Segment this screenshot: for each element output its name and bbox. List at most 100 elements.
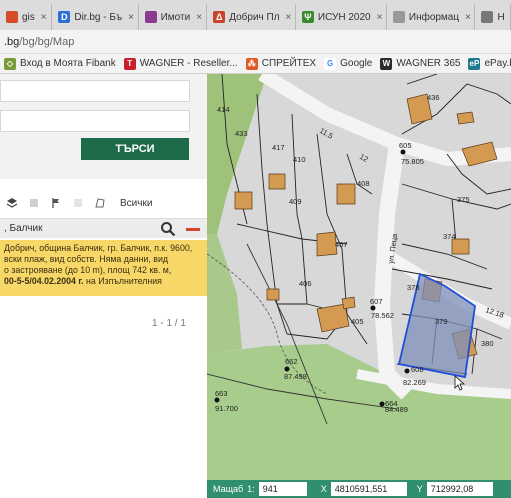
tab-label: Имоти	[160, 11, 191, 23]
map-label: 408	[357, 179, 370, 188]
tab-favicon-icon	[392, 11, 405, 23]
bookmark-label: СПРЕЙТЕХ	[261, 58, 317, 69]
bookmark-icon: ⁂	[245, 57, 258, 70]
close-tab-icon[interactable]: ×	[41, 12, 47, 23]
bookmark-item[interactable]: T WAGNER - Reseller...	[123, 57, 238, 70]
tab-favicon-icon: D	[58, 11, 71, 23]
map-label: 405	[351, 317, 364, 326]
tab-label: Информац	[408, 11, 460, 23]
scale-input[interactable]: 941	[258, 482, 307, 496]
browser-tab[interactable]: D Dir.bg - Бъ ×	[52, 4, 139, 30]
scale-prefix: 1:	[247, 484, 255, 494]
bookmarks-bar: ◇ Вход в Моята Fibank T WAGNER - Reseller..…	[0, 54, 511, 74]
point-id: 605	[399, 141, 412, 150]
tab-strip: gis × D Dir.bg - Бъ × Имоти × Δ Добрич Пл × Ψ ИСУН …	[0, 0, 511, 30]
result-line-4: 00-5-5/04.02.2004 г. на Изпълнителния	[4, 276, 203, 287]
bookmark-label: WAGNER 365	[396, 58, 461, 69]
map-label: 417	[272, 143, 285, 152]
point-id: 607	[370, 297, 383, 306]
tab-label: Н	[497, 11, 505, 23]
bookmark-icon: T	[123, 57, 136, 70]
map-label: 379	[435, 317, 448, 326]
results-header-text: , Балчик	[4, 223, 43, 234]
point-elevation: 82.269	[403, 378, 426, 387]
result-line-1: Добрич, община Балчик, гр. Балчик, п.к. …	[4, 243, 193, 253]
square-outline-icon[interactable]	[72, 197, 84, 209]
bookmark-item[interactable]: ⁂ СПРЕЙТЕХ	[245, 57, 317, 70]
map-canvas[interactable]: 414 433 417 410 409 408 407 406 405 436 …	[207, 74, 511, 498]
map-label: 375	[457, 195, 470, 204]
close-tab-icon[interactable]: ×	[128, 12, 134, 23]
close-tab-icon[interactable]: ×	[465, 12, 471, 23]
map-label: 407	[335, 240, 348, 249]
search-field-middle[interactable]	[0, 110, 190, 132]
bookmark-item[interactable]: W WAGNER 365	[380, 57, 461, 70]
result-item[interactable]: Добрич, община Балчик, гр. Балчик, п.к. …	[0, 240, 207, 296]
map-label: 409	[289, 197, 302, 206]
polygon-icon[interactable]	[94, 197, 106, 209]
point-elevation: 75.805	[401, 157, 424, 166]
result-pager: 1 - 1 / 1	[152, 318, 186, 329]
bookmark-label: ePay.bg	[484, 58, 511, 69]
bookmark-label: Вход в Моята Fibank	[20, 58, 116, 69]
square-icon[interactable]	[28, 197, 40, 209]
y-label: Y	[416, 484, 423, 494]
flag-icon[interactable]	[50, 197, 62, 209]
layer-all-label[interactable]: Всички	[120, 198, 152, 209]
bookmark-item[interactable]: ePePay.bg	[468, 57, 511, 70]
url-host: .bg	[4, 35, 20, 48]
x-coordinate: 4810591,551	[330, 482, 407, 496]
bookmark-icon: ◇	[4, 57, 16, 70]
close-tab-icon[interactable]: ×	[196, 12, 202, 23]
point-id: 662	[285, 357, 298, 366]
map-label: 414	[217, 105, 230, 114]
search-icon[interactable]	[160, 221, 176, 237]
bookmark-label: WAGNER - Reseller...	[139, 58, 238, 69]
search-field-top[interactable]	[0, 80, 190, 102]
tab-favicon-icon: Ψ	[301, 11, 314, 23]
x-label: X	[320, 484, 327, 494]
bookmark-item[interactable]: ◇ Вход в Моята Fibank	[4, 57, 116, 70]
search-form: ТЪРСИ	[0, 74, 207, 179]
result-line-2: вски плаж, вид собств. Няма данни, вид	[4, 254, 168, 264]
map-label: 374	[443, 232, 456, 241]
point-elevation: 91.700	[215, 404, 238, 413]
close-tab-icon[interactable]: ×	[377, 12, 383, 23]
map-label: 436	[427, 93, 440, 102]
tab-favicon-icon	[6, 11, 18, 23]
browser-tab[interactable]: Информац ×	[387, 4, 476, 30]
tab-label: Dir.bg - Бъ	[74, 11, 123, 23]
y-coordinate: 712992,08	[426, 482, 493, 496]
point-id: 663	[215, 389, 228, 398]
remove-icon[interactable]	[186, 228, 200, 231]
point-elevation: 78.562	[371, 311, 394, 320]
search-panel: ТЪРСИ Всички , Балчик Добрич, община Бал…	[0, 74, 207, 498]
bookmark-item[interactable]: G Google	[324, 57, 372, 70]
green-zone-north-west	[207, 74, 267, 234]
map-label: 406	[299, 279, 312, 288]
road-segment-label: 11.5	[318, 126, 335, 141]
address-bar[interactable]: .bg /bg/bg/Map	[0, 30, 511, 54]
layer-toolbar: Всички	[0, 192, 207, 214]
scale-label: Мащаб	[213, 484, 244, 494]
results-header: , Балчик	[0, 218, 207, 238]
browser-tab[interactable]: Н	[475, 4, 511, 30]
browser-tab[interactable]: Δ Добрич Пл ×	[207, 4, 296, 30]
browser-tab[interactable]: gis ×	[0, 4, 53, 30]
road-segment-label: 12	[358, 152, 370, 164]
search-button[interactable]: ТЪРСИ	[81, 138, 189, 160]
layers-icon[interactable]	[6, 197, 18, 209]
browser-tab[interactable]: Имоти ×	[139, 4, 208, 30]
tab-label: ИСУН 2020	[317, 11, 371, 23]
close-tab-icon[interactable]: ×	[286, 12, 292, 23]
tab-favicon-icon	[144, 11, 157, 23]
map-label: 433	[235, 129, 248, 138]
cadastral-map[interactable]: 414 433 417 410 409 408 407 406 405 436 …	[207, 74, 511, 498]
map-label: 410	[293, 155, 306, 164]
point-elevation: 87.498	[284, 372, 307, 381]
bookmark-icon: W	[380, 57, 393, 70]
browser-tab[interactable]: Ψ ИСУН 2020 ×	[296, 4, 387, 30]
map-label: 380	[481, 339, 494, 348]
tab-label: gis	[22, 11, 35, 23]
result-doc-number: 00-5-5/04.02.2004 г.	[4, 276, 84, 286]
